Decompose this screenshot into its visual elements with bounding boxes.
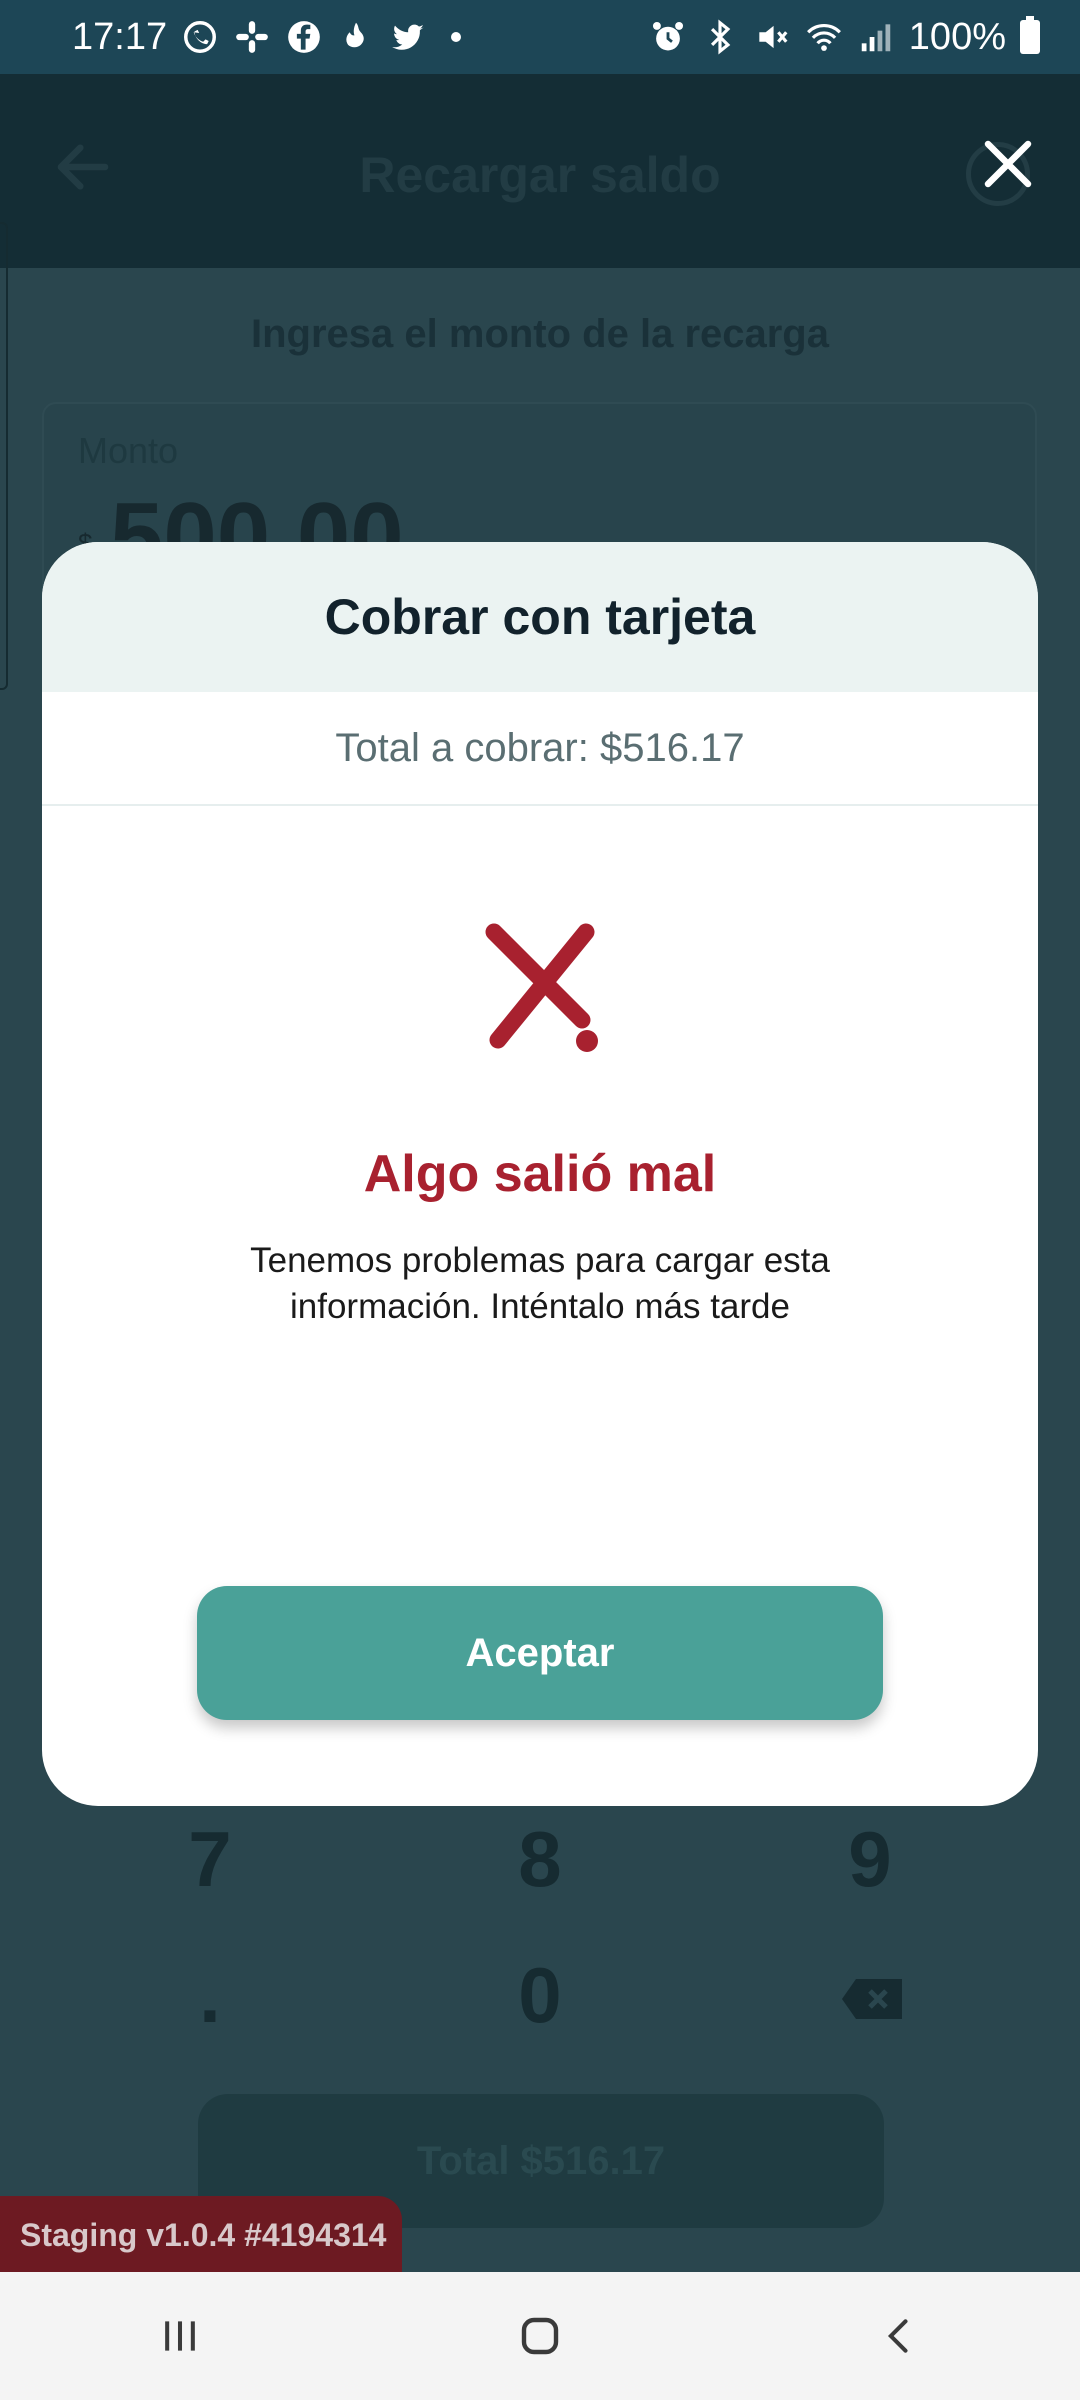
charge-card-modal: Cobrar con tarjeta Total a cobrar: $516.… (42, 542, 1038, 1806)
amount-prompt: Ingresa el monto de la recarga (251, 312, 829, 356)
status-bar-right: 100% (649, 16, 1040, 59)
recent-apps-button[interactable] (140, 2301, 220, 2371)
amount-label: Monto (78, 430, 179, 471)
modal-total: Total a cobrar: $516.17 (335, 725, 745, 770)
back-button[interactable] (860, 2301, 940, 2371)
close-icon[interactable] (978, 134, 1038, 194)
alarm-icon (652, 21, 683, 51)
home-icon (521, 2317, 559, 2355)
facebook-icon (288, 21, 320, 53)
bluetooth-icon (710, 19, 731, 55)
screen: 17:17 100% Recargar saldo Ingresa el mon… (0, 0, 1080, 2400)
accept-button[interactable]: Aceptar (197, 1586, 883, 1720)
modal-total-row: Total a cobrar: $516.17 (42, 692, 1038, 806)
modal-title: Cobrar con tarjeta (324, 589, 756, 645)
keypad-key-7[interactable]: 7 (140, 1814, 280, 1905)
staging-badge: Staging v1.0.4 #4194314 (0, 2196, 402, 2274)
status-time: 17:17 (72, 15, 168, 58)
slack-icon (236, 21, 268, 53)
error-title: Algo salió mal (363, 1145, 717, 1203)
mute-icon (759, 25, 788, 49)
keypad-key-9[interactable]: 9 (800, 1814, 940, 1905)
status-bar: 17:17 100% (0, 0, 1080, 74)
status-bar-left: 17:17 (72, 15, 462, 59)
signal-icon (861, 24, 891, 52)
recent-apps-icon (165, 2321, 195, 2351)
whatsapp-icon (184, 21, 217, 53)
error-message: Tenemos problemas para cargar esta infor… (250, 1241, 830, 1326)
modal-header: Cobrar con tarjeta (42, 542, 1038, 692)
keypad-key-8[interactable]: 8 (470, 1814, 610, 1905)
backspace-icon[interactable] (840, 1976, 904, 2022)
more-notifications-dot (451, 32, 462, 42)
app-header: Recargar saldo (0, 74, 1080, 268)
battery-percentage: 100% (908, 15, 1006, 58)
battery-icon (1020, 16, 1040, 54)
system-nav-bar (0, 2272, 1080, 2400)
notification-icon (346, 22, 364, 48)
page-title: Recargar saldo (359, 147, 721, 203)
chevron-left-icon (887, 2319, 908, 2353)
home-button[interactable] (500, 2301, 580, 2371)
keypad-key-decimal[interactable]: . (140, 1950, 280, 2041)
twitter-icon (392, 24, 424, 50)
side-panel-edge (0, 222, 8, 690)
wifi-icon (806, 24, 841, 51)
keypad-key-0[interactable]: 0 (470, 1950, 610, 2041)
error-x-icon (485, 923, 598, 1052)
